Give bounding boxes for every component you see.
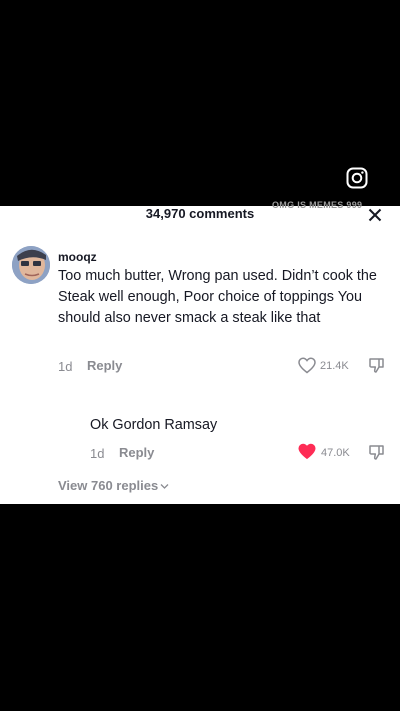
dislike-icon[interactable] [368, 444, 385, 461]
comments-panel: OMG IS MEMES 999 34,970 comments mooqz T… [0, 200, 400, 504]
reply-age: 1d [90, 446, 105, 461]
comment-like-count: 21.4K [320, 360, 349, 372]
comment-age: 1d [58, 359, 73, 374]
chevron-down-icon [160, 484, 169, 489]
instagram-icon [346, 167, 368, 189]
reply-reply-button[interactable]: Reply [119, 445, 154, 460]
comment-text: Too much butter, Wrong pan used. Didn’t … [58, 268, 377, 326]
view-replies-button[interactable]: View 760 replies [58, 478, 169, 493]
heart-icon[interactable] [298, 357, 316, 374]
reply-like-count: 47.0K [321, 447, 350, 459]
avatar-image [12, 246, 50, 284]
comments-count-title: 34,970 comments [145, 206, 255, 221]
dislike-icon[interactable] [368, 357, 385, 374]
close-icon[interactable] [367, 207, 383, 223]
comment-reply-button[interactable]: Reply [87, 358, 122, 373]
reply-text: Ok Gordon Ramsay [90, 417, 218, 433]
heart-icon[interactable] [298, 443, 316, 460]
view-replies-label: View 760 replies [58, 478, 159, 493]
avatar[interactable] [12, 246, 50, 284]
screenshot-page: OMG IS MEMES 999 34,970 comments mooqz T… [0, 0, 400, 711]
comment-username[interactable]: mooqz [58, 250, 97, 264]
